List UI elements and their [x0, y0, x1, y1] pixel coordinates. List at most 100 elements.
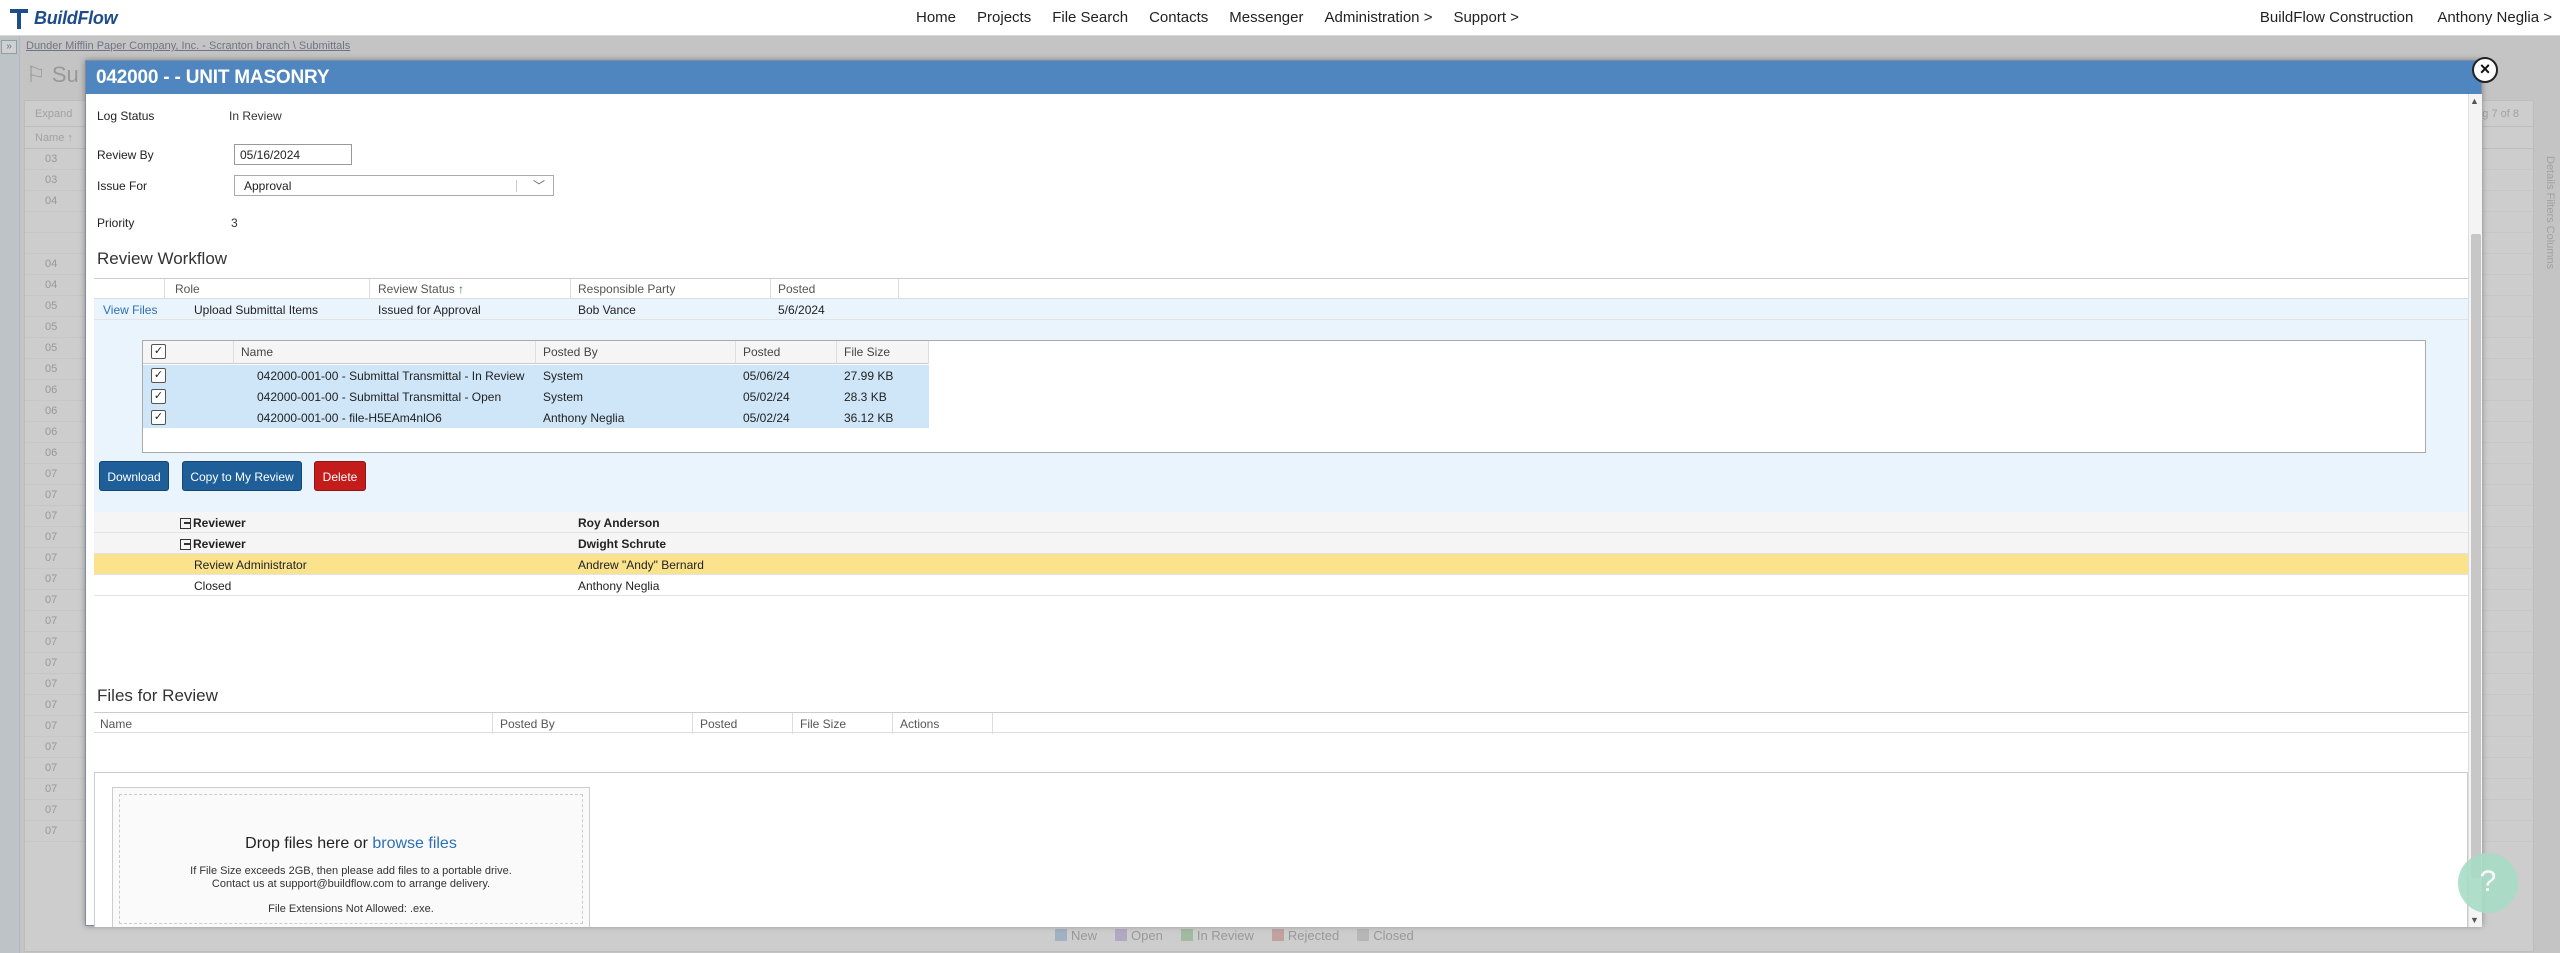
- column-divider: [898, 279, 899, 300]
- nav-messenger[interactable]: Messenger: [1229, 9, 1303, 26]
- nav-administration[interactable]: Administration >: [1324, 9, 1432, 26]
- reviewer-party: Anthony Neglia: [578, 579, 660, 593]
- column-divider: [164, 279, 165, 300]
- reviewer-row[interactable]: Reviewer Roy Anderson: [94, 512, 2468, 533]
- issue-for-select[interactable]: Approval ﹀: [234, 175, 554, 196]
- download-button[interactable]: Download: [99, 461, 169, 491]
- nav-home[interactable]: Home: [916, 9, 956, 26]
- file-name: 042000-001-00 - Submittal Transmittal - …: [257, 369, 525, 383]
- col-role[interactable]: Role: [175, 282, 200, 296]
- col-name[interactable]: Name: [100, 717, 132, 731]
- nav-projects[interactable]: Projects: [977, 9, 1031, 26]
- dialog-title: 042000 - - UNIT MASONRY: [96, 67, 330, 88]
- nav-right: BuildFlow Construction Anthony Neglia >: [2260, 9, 2552, 26]
- reviewer-icon: [180, 518, 191, 529]
- user-menu[interactable]: Anthony Neglia >: [2437, 9, 2552, 26]
- select-divider: [516, 180, 517, 192]
- column-divider: [369, 279, 370, 300]
- reviewer-icon: [180, 539, 191, 550]
- file-name: 042000-001-00 - Submittal Transmittal - …: [257, 390, 502, 404]
- col-responsible-party[interactable]: Responsible Party: [578, 282, 675, 296]
- dropzone-size-note: If File Size exceeds 2GB, then please ad…: [190, 865, 512, 890]
- col-file-size[interactable]: File Size: [800, 717, 846, 731]
- column-divider: [692, 713, 693, 734]
- nav-support[interactable]: Support >: [1453, 9, 1518, 26]
- col-posted[interactable]: Posted: [700, 717, 737, 731]
- dialog-header: 042000 - - UNIT MASONRY: [86, 61, 2481, 94]
- reviewer-party: Dwight Schrute: [578, 537, 667, 551]
- row-checkbox[interactable]: ✓: [151, 368, 166, 383]
- company-menu[interactable]: BuildFlow Construction: [2260, 9, 2413, 26]
- file-posted: 05/02/24: [743, 411, 790, 425]
- view-files-link[interactable]: View Files: [103, 303, 157, 317]
- column-divider: [928, 341, 929, 364]
- col-name[interactable]: Name: [241, 345, 273, 359]
- posted-cell: 5/6/2024: [778, 303, 825, 317]
- reviewer-role: Review Administrator: [194, 558, 307, 572]
- help-button[interactable]: ?: [2458, 853, 2518, 913]
- file-name: 042000-001-00 - file-H5EAm4nlO6: [257, 411, 442, 425]
- column-divider: [570, 279, 571, 300]
- reviewer-party: Andrew "Andy" Bernard: [578, 558, 704, 572]
- col-review-status[interactable]: Review Status ↑: [378, 282, 464, 296]
- workflow-row[interactable]: View Files Upload Submittal Items Issued…: [94, 299, 2468, 320]
- dropzone-title: Drop files here or browse files: [245, 835, 457, 852]
- nav-file-search[interactable]: File Search: [1052, 9, 1128, 26]
- dropzone-extensions-note: File Extensions Not Allowed: .exe.: [268, 903, 434, 915]
- sort-ascending-icon: ↑: [458, 282, 465, 296]
- column-divider: [836, 341, 837, 364]
- review-administrator-row[interactable]: Review Administrator Andrew "Andy" Berna…: [94, 554, 2468, 575]
- files-for-review-header: Name Posted By Posted File Size Actions: [94, 712, 2468, 734]
- scroll-down-icon[interactable]: ▼: [2470, 915, 2479, 925]
- scrollbar-thumb[interactable]: [2471, 234, 2481, 878]
- file-size: 27.99 KB: [844, 369, 894, 383]
- column-divider: [535, 341, 536, 364]
- logo-text: BuildFlow: [34, 7, 118, 28]
- scroll-up-icon[interactable]: ▲: [2470, 96, 2479, 106]
- browse-files-link[interactable]: browse files: [372, 835, 456, 852]
- issue-for-label: Issue For: [97, 179, 148, 193]
- closed-row[interactable]: Closed Anthony Neglia: [94, 575, 2468, 596]
- file-row[interactable]: ✓ 042000-001-00 - Submittal Transmittal …: [143, 386, 929, 407]
- delete-button[interactable]: Delete: [314, 461, 366, 491]
- row-checkbox[interactable]: ✓: [151, 410, 166, 425]
- close-icon[interactable]: ×: [2472, 57, 2498, 83]
- col-file-size[interactable]: File Size: [844, 345, 890, 359]
- nav-contacts[interactable]: Contacts: [1149, 9, 1208, 26]
- file-posted: 05/02/24: [743, 390, 790, 404]
- col-posted[interactable]: Posted: [743, 345, 780, 359]
- column-divider: [992, 713, 993, 734]
- status-cell: Issued for Approval: [378, 303, 481, 317]
- file-posted: 05/06/24: [743, 369, 790, 383]
- file-row[interactable]: ✓ 042000-001-00 - file-H5EAm4nlO6 Anthon…: [143, 407, 929, 428]
- main-nav: Home Projects File Search Contacts Messe…: [916, 9, 1519, 26]
- log-status-value: In Review: [229, 109, 282, 123]
- reviewer-role: Closed: [194, 579, 232, 593]
- party-cell: Bob Vance: [578, 303, 636, 317]
- logo[interactable]: BuildFlow: [8, 5, 118, 31]
- row-checkbox[interactable]: ✓: [151, 389, 166, 404]
- reviewer-role: Reviewer: [180, 537, 246, 551]
- log-status-label: Log Status: [97, 109, 155, 123]
- col-posted[interactable]: Posted: [778, 282, 815, 296]
- column-divider: [892, 713, 893, 734]
- column-divider: [735, 341, 736, 364]
- priority-value: 3: [231, 216, 238, 230]
- column-divider: [770, 279, 771, 300]
- review-by-label: Review By: [97, 148, 154, 162]
- dropzone-inner: Drop files here or browse files If File …: [119, 794, 583, 924]
- col-posted-by[interactable]: Posted By: [500, 717, 555, 731]
- workflow-header: Role Review Status ↑ Responsible Party P…: [94, 278, 2468, 300]
- review-by-date-input[interactable]: [234, 144, 352, 165]
- select-all-checkbox[interactable]: ✓: [151, 344, 166, 359]
- copy-to-my-review-button[interactable]: Copy to My Review: [182, 461, 302, 491]
- column-divider: [792, 713, 793, 734]
- col-posted-by[interactable]: Posted By: [543, 345, 598, 359]
- dialog-body: Log Status In Review Review By Issue For…: [86, 94, 2468, 927]
- file-row[interactable]: ✓ 042000-001-00 - Submittal Transmittal …: [143, 365, 929, 386]
- file-dropzone[interactable]: Drop files here or browse files If File …: [112, 787, 590, 927]
- reviewer-row[interactable]: Reviewer Dwight Schrute: [94, 533, 2468, 554]
- reviewer-party: Roy Anderson: [578, 516, 660, 530]
- dialog-scrollbar[interactable]: ▲ ▼: [2468, 94, 2482, 927]
- top-nav: BuildFlow Home Projects File Search Cont…: [0, 0, 2560, 36]
